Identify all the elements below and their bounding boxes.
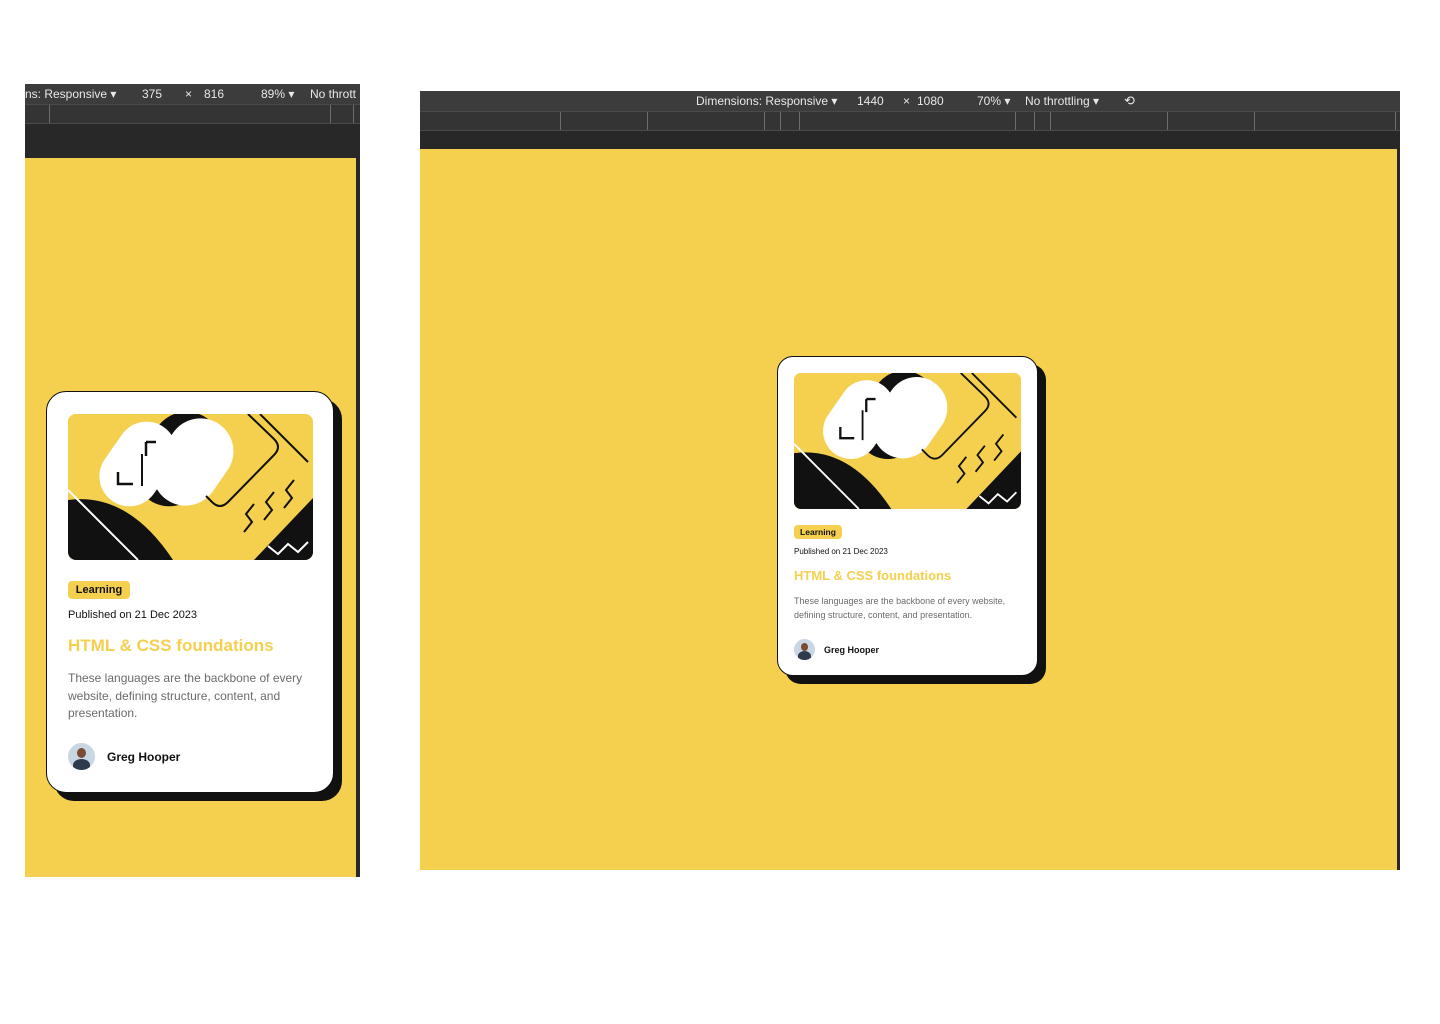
card-illustration <box>68 414 313 560</box>
author-name: Greg Hooper <box>107 749 181 764</box>
blog-card: Learning Published on 21 Dec 2023 HTML &… <box>46 391 334 793</box>
published-date: Published on 21 Dec 2023 <box>794 547 888 556</box>
media-query-ruler[interactable] <box>420 111 1400 131</box>
times-sign: × <box>903 94 911 108</box>
author-name: Greg Hooper <box>824 644 880 655</box>
card-description: These languages are the backbone of ever… <box>794 596 1006 620</box>
card-description: These languages are the backbone of ever… <box>68 671 303 720</box>
times-sign: × <box>185 87 193 101</box>
media-query-ruler[interactable] <box>25 104 360 124</box>
height-input[interactable]: 1080 <box>917 94 944 108</box>
page-viewport: Learning Published on 21 Dec 2023 HTML &… <box>25 158 356 877</box>
card-illustration <box>794 373 1021 509</box>
width-input[interactable]: 375 <box>142 87 162 101</box>
avatar <box>794 639 815 660</box>
zoom-dropdown[interactable]: 89% ▾ <box>261 87 294 101</box>
height-input[interactable]: 816 <box>204 87 224 101</box>
blog-card: Learning Published on 21 Dec 2023 HTML &… <box>777 356 1038 676</box>
width-input[interactable]: 1440 <box>857 94 884 108</box>
page-viewport: Learning Published on 21 Dec 2023 HTML &… <box>420 149 1397 870</box>
throttling-dropdown[interactable]: No thrott <box>310 87 356 101</box>
published-date: Published on 21 Dec 2023 <box>68 609 198 621</box>
mobile-preview-pane: ns: Responsive ▾ 375 × 816 89% ▾ No thro… <box>25 84 360 877</box>
card-title[interactable]: HTML & CSS foundations <box>794 568 951 583</box>
avatar <box>68 743 95 770</box>
dimensions-dropdown[interactable]: Dimensions: Responsive ▾ <box>696 94 837 108</box>
dimensions-dropdown[interactable]: ns: Responsive ▾ <box>25 87 116 101</box>
author: Greg Hooper <box>794 639 879 660</box>
author: Greg Hooper <box>68 743 180 770</box>
category-tag[interactable]: Learning <box>68 581 130 599</box>
zoom-dropdown[interactable]: 70% ▾ <box>977 94 1010 108</box>
devtools-toolbar: ns: Responsive ▾ 375 × 816 89% ▾ No thro… <box>25 84 360 104</box>
devtools-toolbar: Dimensions: Responsive ▾ 1440 × 1080 70%… <box>420 91 1400 111</box>
desktop-preview-pane: Dimensions: Responsive ▾ 1440 × 1080 70%… <box>420 91 1400 870</box>
category-tag[interactable]: Learning <box>794 525 842 539</box>
rotate-icon[interactable]: ⟲ <box>1124 94 1135 108</box>
throttling-dropdown[interactable]: No throttling ▾ <box>1025 94 1099 108</box>
card-title[interactable]: HTML & CSS foundations <box>68 636 274 656</box>
